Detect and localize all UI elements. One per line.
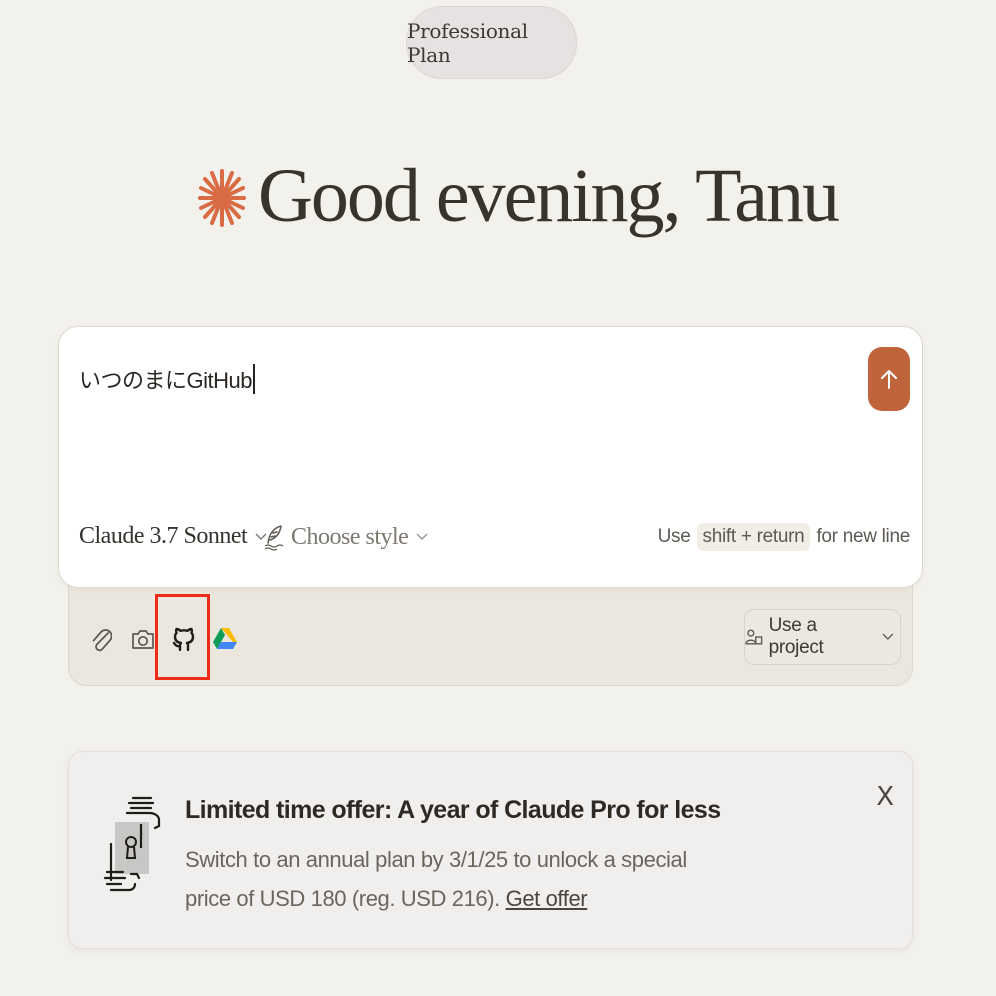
github-highlight-box [155,594,210,680]
plan-badge-label: Professional Plan [407,18,528,67]
plan-badge[interactable]: Professional Plan [406,6,577,79]
close-icon: X [876,782,894,812]
model-selector-label: Claude 3.7 Sonnet [79,523,248,549]
offer-body: Switch to an annual plan by 3/1/25 to un… [185,840,705,918]
greeting-text: Good evening, Tanu [258,153,840,238]
style-selector-label: Choose style [291,523,409,550]
style-selector[interactable]: Choose style [263,523,434,551]
offer-banner: Limited time offer: A year of Claude Pro… [68,751,913,949]
chevron-down-icon [416,533,428,540]
text-caret [252,364,255,394]
composer: いつのまにGitHub Claude 3.7 Sonnet Choose sty… [58,326,923,588]
keyboard-shortcut: shift + return [696,523,811,551]
offer-title: Limited time offer: A year of Claude Pro… [185,796,721,824]
close-offer-button[interactable]: X [876,782,894,812]
hint-prefix: Use [657,526,691,547]
greeting: Good evening, Tanu [196,148,840,244]
message-input[interactable]: いつのまにGitHub [79,363,255,395]
google-drive-icon [213,628,237,649]
arrow-up-icon [881,370,897,389]
project-icon [745,629,763,645]
chevron-down-icon [882,633,894,640]
newline-hint: Use shift + return for new line [658,523,910,551]
use-project-button[interactable]: Use a project [744,609,901,665]
quill-icon [264,525,284,551]
message-input-text: いつのまにGitHub [79,368,252,393]
get-offer-link[interactable]: Get offer [506,886,588,911]
keyhole-illustration-icon [103,796,161,892]
send-button[interactable] [868,347,910,411]
claude-spark-icon [198,169,246,227]
google-drive-button[interactable] [210,622,240,656]
attach-file-button[interactable] [88,622,116,656]
model-selector[interactable]: Claude 3.7 Sonnet [79,523,267,550]
paperclip-icon [92,629,112,652]
hint-suffix: for new line [816,526,910,547]
offer-body-text: Switch to an annual plan by 3/1/25 to un… [185,847,687,911]
camera-icon [132,630,154,649]
use-project-label: Use a project [768,615,824,658]
screenshot-button[interactable] [128,624,158,654]
